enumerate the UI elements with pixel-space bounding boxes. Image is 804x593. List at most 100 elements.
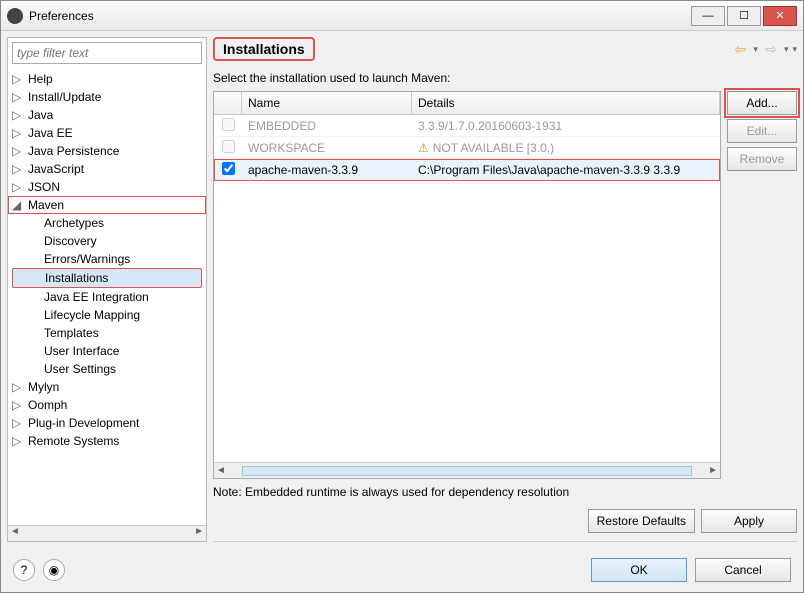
twisty-icon[interactable]: ▷ xyxy=(12,126,24,140)
twisty-icon[interactable]: ▷ xyxy=(12,144,24,158)
tree-item-discovery[interactable]: Discovery xyxy=(8,232,206,250)
progress-button[interactable]: ◉ xyxy=(43,559,65,581)
col-details[interactable]: Details xyxy=(412,92,720,114)
filter-input[interactable] xyxy=(12,42,202,64)
twisty-icon[interactable]: ▷ xyxy=(12,398,24,412)
tree-item-label: Plug-in Development xyxy=(28,416,139,430)
app-icon xyxy=(7,8,23,24)
table-row[interactable]: apache-maven-3.3.9C:\Program Files\Java\… xyxy=(214,159,720,181)
tree-item-archetypes[interactable]: Archetypes xyxy=(8,214,206,232)
preferences-tree[interactable]: ▷ Help ▷ Install/Update ▷ Java ▷ Java EE ▷ Java P… xyxy=(8,68,206,525)
tree-item-label: Discovery xyxy=(44,234,97,248)
tree-item-installations[interactable]: Installations xyxy=(12,268,202,288)
twisty-icon[interactable]: ▷ xyxy=(12,380,24,394)
col-name[interactable]: Name xyxy=(242,92,412,114)
tree-item-label: Java Persistence xyxy=(28,144,119,158)
twisty-icon[interactable]: ▷ xyxy=(12,72,24,86)
tree-item-label: JSON xyxy=(28,180,60,194)
edit-button[interactable]: Edit... xyxy=(727,119,797,143)
tree-item-javascript[interactable]: ▷ JavaScript xyxy=(8,160,206,178)
tree-item-json[interactable]: ▷ JSON xyxy=(8,178,206,196)
tree-item-user-settings[interactable]: User Settings xyxy=(8,360,206,378)
tree-item-install-update[interactable]: ▷ Install/Update xyxy=(8,88,206,106)
col-check[interactable] xyxy=(214,92,242,114)
tree-item-label: Errors/Warnings xyxy=(44,252,130,266)
window-title: Preferences xyxy=(29,9,691,23)
add-button[interactable]: Add... xyxy=(727,91,797,115)
nav-back-menu[interactable]: ▾ xyxy=(753,44,758,55)
tree-item-remote-systems[interactable]: ▷ Remote Systems xyxy=(8,432,206,450)
twisty-icon[interactable]: ▷ xyxy=(12,434,24,448)
tree-item-mylyn[interactable]: ▷ Mylyn xyxy=(8,378,206,396)
tree-item-help[interactable]: ▷ Help xyxy=(8,70,206,88)
maximize-button[interactable]: ☐ xyxy=(727,6,761,26)
note-label: Note: Embedded runtime is always used fo… xyxy=(213,485,797,499)
tree-item-label: User Interface xyxy=(44,344,119,358)
row-checkbox xyxy=(222,118,235,131)
tree-item-label: Help xyxy=(28,72,53,86)
cancel-button[interactable]: Cancel xyxy=(695,558,791,582)
row-details: C:\Program Files\Java\apache-maven-3.3.9… xyxy=(412,161,720,179)
minimize-button[interactable]: — xyxy=(691,6,725,26)
tree-item-label: Maven xyxy=(28,198,64,212)
tree-item-label: Java EE xyxy=(28,126,73,140)
tree-item-label: JavaScript xyxy=(28,162,84,176)
remove-button[interactable]: Remove xyxy=(727,147,797,171)
sidebar-hscrollbar[interactable] xyxy=(8,525,206,541)
tree-item-maven[interactable]: ◢ Maven xyxy=(8,196,206,214)
tree-item-label: User Settings xyxy=(44,362,116,376)
tree-item-label: Install/Update xyxy=(28,90,101,104)
tree-item-java-persistence[interactable]: ▷ Java Persistence xyxy=(8,142,206,160)
nav-back-icon[interactable]: ⇦ xyxy=(731,40,749,58)
twisty-icon[interactable]: ◢ xyxy=(12,198,24,212)
restore-defaults-button[interactable]: Restore Defaults xyxy=(588,509,695,533)
tree-item-java[interactable]: ▷ Java xyxy=(8,106,206,124)
close-button[interactable]: ✕ xyxy=(763,6,797,26)
tree-item-plug-in-development[interactable]: ▷ Plug-in Development xyxy=(8,414,206,432)
tree-item-java-ee[interactable]: ▷ Java EE xyxy=(8,124,206,142)
row-name: EMBEDDED xyxy=(242,117,412,135)
page-title: Installations xyxy=(213,37,315,61)
twisty-icon[interactable]: ▷ xyxy=(12,416,24,430)
nav-forward-menu[interactable]: ▾ xyxy=(784,44,789,55)
tree-item-label: Java EE Integration xyxy=(44,290,149,304)
table-body[interactable]: EMBEDDED3.3.9/1.7.0.20160603-1931WORKSPA… xyxy=(214,115,720,462)
row-details: ⚠NOT AVAILABLE [3.0,) xyxy=(412,139,720,157)
nav-forward-icon[interactable]: ⇨ xyxy=(762,40,780,58)
titlebar[interactable]: Preferences — ☐ ✕ xyxy=(1,1,803,31)
tree-item-label: Templates xyxy=(44,326,99,340)
tree-item-label: Oomph xyxy=(28,398,67,412)
row-checkbox[interactable] xyxy=(222,162,235,175)
help-button[interactable]: ? xyxy=(13,559,35,581)
row-name: apache-maven-3.3.9 xyxy=(242,161,412,179)
twisty-icon[interactable]: ▷ xyxy=(12,180,24,194)
tree-item-label: Remote Systems xyxy=(28,434,119,448)
tree-item-label: Lifecycle Mapping xyxy=(44,308,140,322)
twisty-icon[interactable]: ▷ xyxy=(12,90,24,104)
tree-item-errors-warnings[interactable]: Errors/Warnings xyxy=(8,250,206,268)
table-row[interactable]: WORKSPACE⚠NOT AVAILABLE [3.0,) xyxy=(214,137,720,159)
instruction-label: Select the installation used to launch M… xyxy=(213,71,797,85)
nav-view-menu[interactable]: ▾ xyxy=(792,44,797,55)
tree-item-label: Archetypes xyxy=(44,216,104,230)
row-details: 3.3.9/1.7.0.20160603-1931 xyxy=(412,117,720,135)
tree-item-java-ee-integration[interactable]: Java EE Integration xyxy=(8,288,206,306)
twisty-icon[interactable]: ▷ xyxy=(12,108,24,122)
warning-icon: ⚠ xyxy=(418,141,429,155)
row-checkbox xyxy=(222,140,235,153)
tree-item-user-interface[interactable]: User Interface xyxy=(8,342,206,360)
apply-button[interactable]: Apply xyxy=(701,509,797,533)
table-hscrollbar[interactable] xyxy=(214,462,720,478)
tree-item-label: Mylyn xyxy=(28,380,59,394)
sidebar: ▷ Help ▷ Install/Update ▷ Java ▷ Java EE ▷ Java P… xyxy=(7,37,207,542)
installations-table: Name Details EMBEDDED3.3.9/1.7.0.2016060… xyxy=(213,91,721,479)
twisty-icon[interactable]: ▷ xyxy=(12,162,24,176)
ok-button[interactable]: OK xyxy=(591,558,687,582)
preferences-window: Preferences — ☐ ✕ ▷ Help ▷ Install/Update ▷ J… xyxy=(0,0,804,593)
tree-item-templates[interactable]: Templates xyxy=(8,324,206,342)
table-row[interactable]: EMBEDDED3.3.9/1.7.0.20160603-1931 xyxy=(214,115,720,137)
tree-item-oomph[interactable]: ▷ Oomph xyxy=(8,396,206,414)
tree-item-label: Installations xyxy=(45,271,108,285)
tree-item-lifecycle-mapping[interactable]: Lifecycle Mapping xyxy=(8,306,206,324)
tree-item-label: Java xyxy=(28,108,53,122)
